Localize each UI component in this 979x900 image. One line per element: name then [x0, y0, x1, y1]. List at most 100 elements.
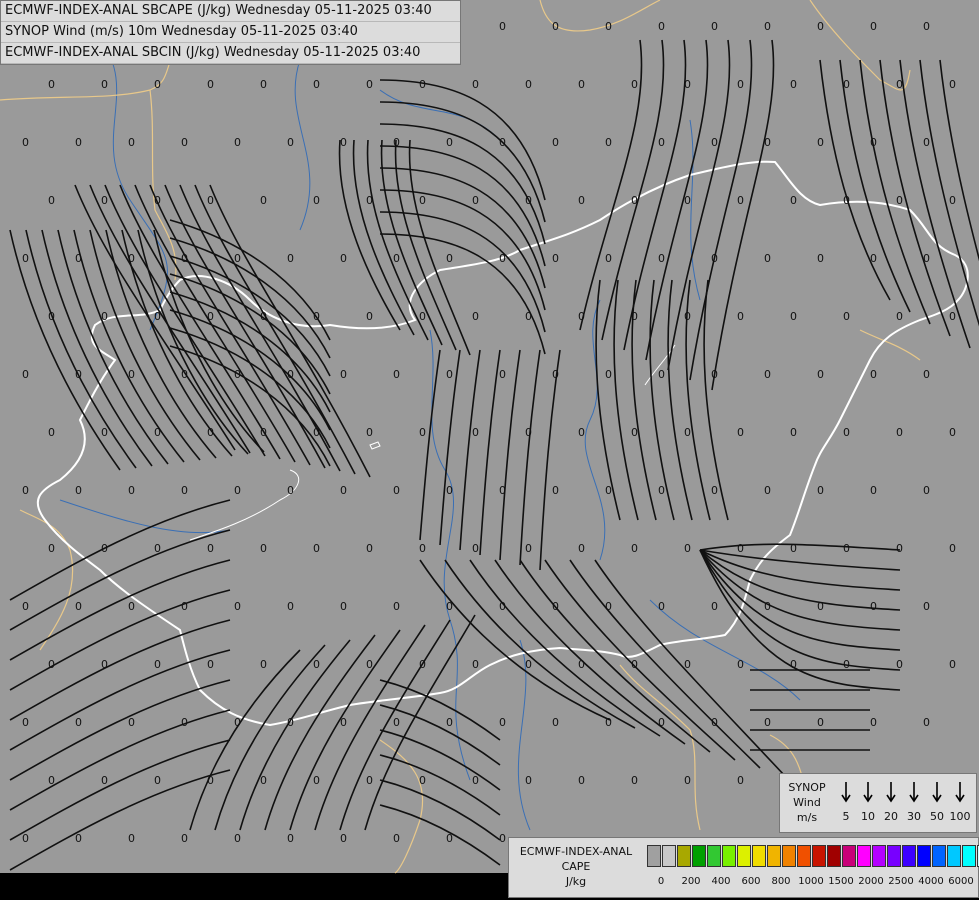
cape-value-label: 0 — [605, 600, 612, 613]
cape-value-label: 0 — [711, 252, 718, 265]
cape-value-label: 0 — [313, 426, 320, 439]
cape-value-label: 0 — [446, 368, 453, 381]
cape-value-label: 0 — [631, 658, 638, 671]
cape-value-label: 0 — [896, 426, 903, 439]
cape-tick-label: 1000 — [798, 876, 824, 887]
cape-value-label: 0 — [552, 600, 559, 613]
cape-color-swatch — [962, 845, 976, 867]
cape-value-label: 0 — [817, 484, 824, 497]
cape-color-swatch — [932, 845, 946, 867]
cape-tick-label: 800 — [771, 876, 791, 887]
cape-value-label: 0 — [684, 426, 691, 439]
cape-color-swatch — [677, 845, 691, 867]
cape-value-label: 0 — [48, 542, 55, 555]
cape-value-label: 0 — [870, 136, 877, 149]
cape-value-label: 0 — [923, 600, 930, 613]
cape-value-label: 0 — [446, 136, 453, 149]
map-viewport[interactable]: 0 0 0 0 0 0 0 0 0 0 0 0 0 0 0 0 0 0 0 0 0 0 0 0 0 0 0 0 0 0 0 0 0 0 0 0 0 0 0 0… — [0, 0, 979, 900]
cape-value-label: 0 — [870, 252, 877, 265]
cape-value-label: 0 — [128, 600, 135, 613]
cape-value-label: 0 — [48, 194, 55, 207]
cape-title-line1: ECMWF-INDEX-ANAL — [519, 845, 633, 858]
cape-value-label: 0 — [711, 484, 718, 497]
cape-value-label: 0 — [207, 426, 214, 439]
cape-value-label: 0 — [870, 600, 877, 613]
cape-value-label: 0 — [75, 368, 82, 381]
cape-value-label: 0 — [393, 484, 400, 497]
cape-value-label: 0 — [419, 310, 426, 323]
cape-value-label: 0 — [817, 600, 824, 613]
synop-arrows-icon — [841, 782, 965, 803]
cape-title-line2: CAPE — [561, 860, 591, 873]
cape-value-label: 0 — [313, 310, 320, 323]
cape-value-label: 0 — [472, 310, 479, 323]
cape-value-label: 0 — [684, 542, 691, 555]
cape-value-label: 0 — [366, 194, 373, 207]
cape-value-label: 0 — [22, 600, 29, 613]
cape-value-label: 0 — [181, 600, 188, 613]
cape-value-label: 0 — [658, 600, 665, 613]
cape-value-label: 0 — [737, 658, 744, 671]
cape-value-label: 0 — [128, 368, 135, 381]
synop-legend-title: SYNOP Wind m/s — [780, 780, 834, 825]
cape-value-label: 0 — [737, 774, 744, 787]
cape-value-label: 0 — [737, 426, 744, 439]
cape-value-label: 0 — [711, 136, 718, 149]
cape-value-label: 0 — [552, 20, 559, 33]
cape-value-label: 0 — [75, 716, 82, 729]
cape-value-label: 0 — [499, 600, 506, 613]
cape-tick-label: 2000 — [858, 876, 884, 887]
cape-tick-label: 1500 — [828, 876, 854, 887]
cape-value-label: 0 — [75, 136, 82, 149]
cape-color-swatch — [797, 845, 811, 867]
cape-value-label: 0 — [446, 832, 453, 845]
cape-value-label: 0 — [843, 426, 850, 439]
cape-value-label: 0 — [499, 136, 506, 149]
cape-tick-label: 400 — [711, 876, 731, 887]
cape-value-label: 0 — [472, 194, 479, 207]
cape-tick-label: 0 — [657, 876, 665, 887]
cape-value-label: 0 — [870, 368, 877, 381]
cape-value-label: 0 — [419, 426, 426, 439]
cape-value-label: 0 — [472, 774, 479, 787]
synop-value: 50 — [930, 810, 944, 823]
cape-value-label: 0 — [128, 252, 135, 265]
cape-value-label: 0 — [711, 600, 718, 613]
cape-value-label: 0 — [207, 658, 214, 671]
cape-legend-title: ECMWF-INDEX-ANAL CAPE J/kg — [509, 844, 643, 889]
cape-value-label: 0 — [419, 658, 426, 671]
cape-value-label: 0 — [737, 78, 744, 91]
cape-value-label: 0 — [870, 716, 877, 729]
synop-title-line2: Wind — [793, 796, 821, 809]
cape-value-label: 0 — [817, 368, 824, 381]
cape-value-label: 0 — [631, 542, 638, 555]
weather-map[interactable]: 0 0 0 0 0 0 0 0 0 0 0 0 0 0 0 0 0 0 0 0 0 0 0 0 0 0 0 0 0 0 0 0 0 0 0 0 0 0 0 0… — [0, 0, 979, 900]
cape-value-label: 0 — [75, 252, 82, 265]
cape-value-label: 0 — [22, 252, 29, 265]
cape-value-label: 0 — [658, 136, 665, 149]
cape-value-label: 0 — [578, 658, 585, 671]
cape-tick-label: 6000 — [948, 876, 974, 887]
cape-value-label: 0 — [631, 194, 638, 207]
cape-value-label: 0 — [181, 136, 188, 149]
cape-value-label: 0 — [790, 194, 797, 207]
cape-value-label: 0 — [817, 20, 824, 33]
cape-color-swatch — [782, 845, 796, 867]
cape-value-label: 0 — [843, 658, 850, 671]
cape-value-label: 0 — [22, 484, 29, 497]
cape-value-label: 0 — [764, 368, 771, 381]
cape-value-label: 0 — [552, 252, 559, 265]
cape-value-label: 0 — [340, 368, 347, 381]
cape-value-label: 0 — [260, 426, 267, 439]
cape-value-label: 0 — [525, 310, 532, 323]
cape-value-label: 0 — [207, 774, 214, 787]
cape-color-swatch — [647, 845, 661, 867]
cape-value-label: 0 — [923, 136, 930, 149]
cape-value-label: 0 — [75, 600, 82, 613]
cape-value-label: 0 — [234, 716, 241, 729]
cape-color-swatch — [752, 845, 766, 867]
synop-title-line3: m/s — [796, 811, 818, 824]
cape-value-label: 0 — [313, 542, 320, 555]
cape-color-swatch — [722, 845, 736, 867]
cape-value-label: 0 — [154, 774, 161, 787]
